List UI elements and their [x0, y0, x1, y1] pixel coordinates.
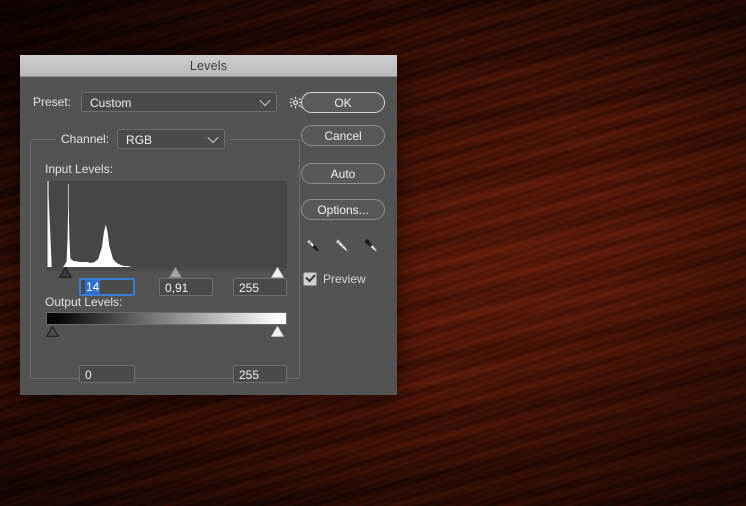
preset-value: Custom: [90, 96, 132, 110]
histogram-peak-tip: [67, 184, 69, 206]
input-white-point-value: 255: [239, 281, 260, 295]
histogram-shape: [48, 182, 285, 267]
histogram-clipped-shadow-spike: [47, 181, 49, 267]
preset-select[interactable]: Custom: [81, 92, 278, 112]
output-levels-gradient-bar: [46, 312, 287, 325]
eyedropper-row: [304, 237, 380, 255]
preview-checkbox[interactable]: [303, 271, 317, 286]
input-white-point-slider[interactable]: [270, 267, 284, 278]
output-white-point-value: 255: [239, 368, 260, 382]
preview-label: Preview: [323, 272, 366, 286]
input-white-point-field[interactable]: 255: [233, 278, 287, 296]
histogram-plot: [47, 181, 285, 267]
set-gray-point-eyedropper[interactable]: [333, 237, 351, 255]
dialog-titlebar[interactable]: Levels: [20, 55, 397, 77]
output-levels-slider-track[interactable]: [46, 326, 287, 337]
cancel-button[interactable]: Cancel: [301, 125, 385, 146]
input-levels-histogram[interactable]: [46, 181, 287, 267]
preview-row[interactable]: Preview: [303, 271, 385, 286]
auto-button[interactable]: Auto: [301, 163, 385, 184]
input-midtone-slider[interactable]: [169, 267, 182, 278]
input-gamma-field[interactable]: 0,91: [159, 278, 213, 296]
output-levels-label: Output Levels:: [45, 295, 123, 309]
channel-select[interactable]: RGB: [117, 129, 226, 149]
channel-label: Channel:: [61, 132, 110, 146]
output-black-point-slider[interactable]: [46, 326, 59, 337]
output-black-point-field[interactable]: 0: [79, 365, 135, 383]
input-levels-label: Input Levels:: [45, 162, 114, 176]
dialog-title: Levels: [189, 58, 228, 73]
dialog-button-column: OK Cancel Auto Options... Preview: [301, 92, 385, 286]
levels-group-box: Channel: RGB Input Levels: 14 0,91 255 O…: [30, 129, 300, 383]
set-white-point-eyedropper[interactable]: [362, 237, 380, 255]
preset-label: Preset:: [33, 95, 72, 109]
input-black-point-field[interactable]: 14: [79, 278, 135, 296]
channel-value: RGB: [126, 133, 153, 147]
preset-row: Preset: Custom: [33, 92, 303, 112]
output-white-point-slider[interactable]: [270, 326, 284, 337]
output-white-point-field[interactable]: 255: [233, 365, 287, 383]
input-levels-slider-track[interactable]: [46, 267, 287, 278]
checkmark-icon: [305, 271, 316, 283]
channel-row: Channel: RGB: [56, 129, 231, 149]
dialog-body: Preset: Custom Channel: RGB Input Levels…: [20, 77, 397, 395]
set-black-point-eyedropper[interactable]: [304, 237, 322, 255]
input-black-point-value: 14: [85, 280, 101, 294]
ok-button[interactable]: OK: [301, 92, 385, 113]
chevron-down-icon: [259, 94, 271, 107]
levels-dialog: Levels Preset: Custom Channel: RGB Input…: [20, 55, 397, 395]
options-button[interactable]: Options...: [301, 199, 385, 220]
output-black-point-value: 0: [85, 368, 92, 382]
input-gamma-value: 0,91: [165, 281, 189, 295]
chevron-down-icon: [207, 131, 219, 144]
input-black-point-slider[interactable]: [58, 267, 72, 278]
